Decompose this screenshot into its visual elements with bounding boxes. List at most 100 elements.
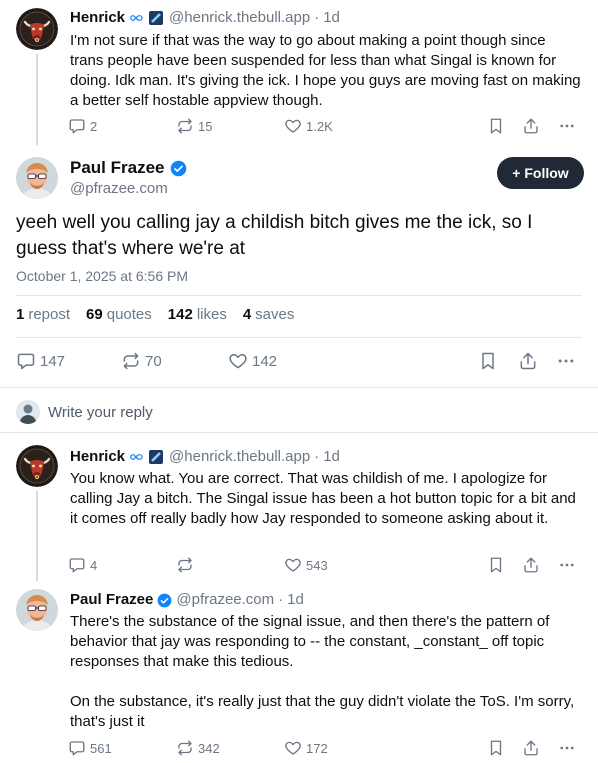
infinity-badge-icon	[129, 13, 145, 23]
stat-likes[interactable]: 142 likes	[168, 306, 227, 323]
separator-dot: ·	[314, 448, 320, 465]
repost-count: 70	[145, 352, 162, 370]
more-dots-icon	[556, 351, 576, 371]
reply-composer[interactable]: Write your reply	[16, 400, 153, 424]
more-button[interactable]	[556, 348, 576, 374]
reply-bubble-icon	[68, 556, 86, 574]
main-author-name[interactable]: Paul Frazee	[70, 157, 187, 179]
repost-arrows-icon	[176, 739, 194, 757]
like-count: 142	[252, 352, 278, 370]
separator-dot: ·	[278, 591, 284, 608]
repost-button[interactable]: 15	[176, 114, 212, 138]
bull-avatar-icon	[16, 445, 58, 487]
like-count: 543	[306, 557, 328, 573]
post-meta: Henrick @henrick.thebull.app · 1d	[70, 447, 340, 467]
bookmark-icon	[487, 117, 505, 135]
stat-num: 1	[16, 306, 25, 323]
reply-post-paul[interactable]: Paul Frazee @pfrazee.com · 1d There's th…	[0, 581, 598, 763]
thread-line	[36, 491, 38, 581]
author-name[interactable]: Paul Frazee	[70, 590, 153, 610]
avatar[interactable]	[16, 157, 58, 199]
stat-reposts[interactable]: 1 repost	[16, 306, 70, 323]
more-dots-icon	[558, 556, 576, 574]
post-meta: Paul Frazee @pfrazee.com · 1d	[70, 590, 304, 610]
avatar[interactable]	[16, 8, 58, 50]
main-post-actions: 147 70 142	[16, 348, 582, 374]
repost-button[interactable]	[176, 553, 194, 577]
more-button[interactable]	[558, 114, 576, 138]
like-button[interactable]: 543	[284, 553, 328, 577]
avatar[interactable]	[16, 445, 58, 487]
post-time[interactable]: 1d	[323, 447, 340, 467]
reply-post-henrick-1[interactable]: Henrick @henrick.thebull.app · 1d I'm no…	[0, 0, 598, 145]
share-button[interactable]	[522, 736, 540, 760]
divider	[16, 295, 582, 296]
bookmark-button[interactable]	[487, 736, 505, 760]
bookmark-icon	[478, 351, 498, 371]
post-date[interactable]: October 1, 2025 at 6:56 PM	[16, 268, 188, 284]
verified-check-icon	[170, 160, 187, 177]
reply-post-henrick-2[interactable]: Henrick @henrick.thebull.app · 1d You kn…	[0, 433, 598, 581]
heart-icon	[228, 351, 248, 371]
post-time[interactable]: 1d	[287, 590, 304, 610]
repost-count: 342	[198, 740, 220, 756]
post-meta: Henrick @henrick.thebull.app · 1d	[70, 8, 340, 28]
post-text-paragraph-1: There's the substance of the signal issu…	[70, 613, 550, 670]
heart-icon	[284, 117, 302, 135]
author-name[interactable]: Henrick	[70, 8, 125, 28]
bookmark-button[interactable]	[487, 553, 505, 577]
post-text: You know what. You are correct. That was…	[70, 470, 576, 527]
repost-arrows-icon	[121, 351, 141, 371]
stat-quotes[interactable]: 69 quotes	[86, 306, 152, 323]
repost-count: 15	[198, 118, 213, 134]
stat-saves[interactable]: 4 saves	[243, 306, 295, 323]
like-button[interactable]: 142	[228, 348, 277, 374]
share-icon	[522, 739, 540, 757]
reply-bubble-icon	[68, 739, 86, 757]
share-button[interactable]	[522, 553, 540, 577]
post-stats: 1 repost 69 quotes 142 likes 4 saves	[16, 306, 310, 323]
avatar[interactable]	[16, 589, 58, 631]
reply-button[interactable]: 561	[68, 736, 112, 760]
stat-num: 142	[167, 306, 193, 323]
paul-avatar-icon	[16, 157, 58, 199]
stat-label: repost	[28, 306, 71, 323]
thread-line	[36, 54, 38, 145]
reply-button[interactable]: 2	[68, 114, 97, 138]
author-name[interactable]: Paul Frazee	[70, 157, 165, 179]
reply-button[interactable]: 147	[16, 348, 65, 374]
follow-button[interactable]: + Follow	[497, 157, 584, 189]
author-handle[interactable]: @henrick.thebull.app	[169, 8, 310, 28]
stat-label: likes	[196, 306, 227, 323]
like-button[interactable]: 172	[284, 736, 328, 760]
infinity-badge-icon	[129, 452, 145, 462]
author-handle[interactable]: @pfrazee.com	[70, 179, 168, 199]
like-button[interactable]: 1.2K	[284, 114, 333, 138]
divider	[16, 337, 582, 338]
reply-button[interactable]: 4	[68, 553, 97, 577]
avatar	[16, 400, 40, 424]
author-handle[interactable]: @henrick.thebull.app	[169, 447, 310, 467]
reply-input-placeholder[interactable]: Write your reply	[48, 404, 153, 421]
bookmark-button[interactable]	[487, 114, 505, 138]
stat-num: 69	[86, 306, 103, 323]
divider	[0, 387, 598, 388]
flag-badge-icon	[149, 450, 163, 464]
main-post-text: yeeh well you calling jay a childish bit…	[16, 212, 533, 259]
stat-num: 4	[242, 306, 252, 323]
separator-dot: ·	[314, 9, 320, 26]
verified-check-icon	[157, 593, 172, 608]
more-button[interactable]	[558, 553, 576, 577]
author-name[interactable]: Henrick	[70, 447, 125, 467]
post-time[interactable]: 1d	[323, 8, 340, 28]
bookmark-button[interactable]	[478, 348, 498, 374]
more-button[interactable]	[558, 736, 576, 760]
post-actions: 561 342 172	[68, 736, 588, 760]
share-button[interactable]	[518, 348, 538, 374]
repost-button[interactable]: 70	[121, 348, 162, 374]
author-handle[interactable]: @pfrazee.com	[176, 590, 274, 610]
repost-button[interactable]: 342	[176, 736, 220, 760]
bookmark-icon	[487, 556, 505, 574]
reply-count: 4	[90, 557, 98, 573]
share-button[interactable]	[522, 114, 540, 138]
